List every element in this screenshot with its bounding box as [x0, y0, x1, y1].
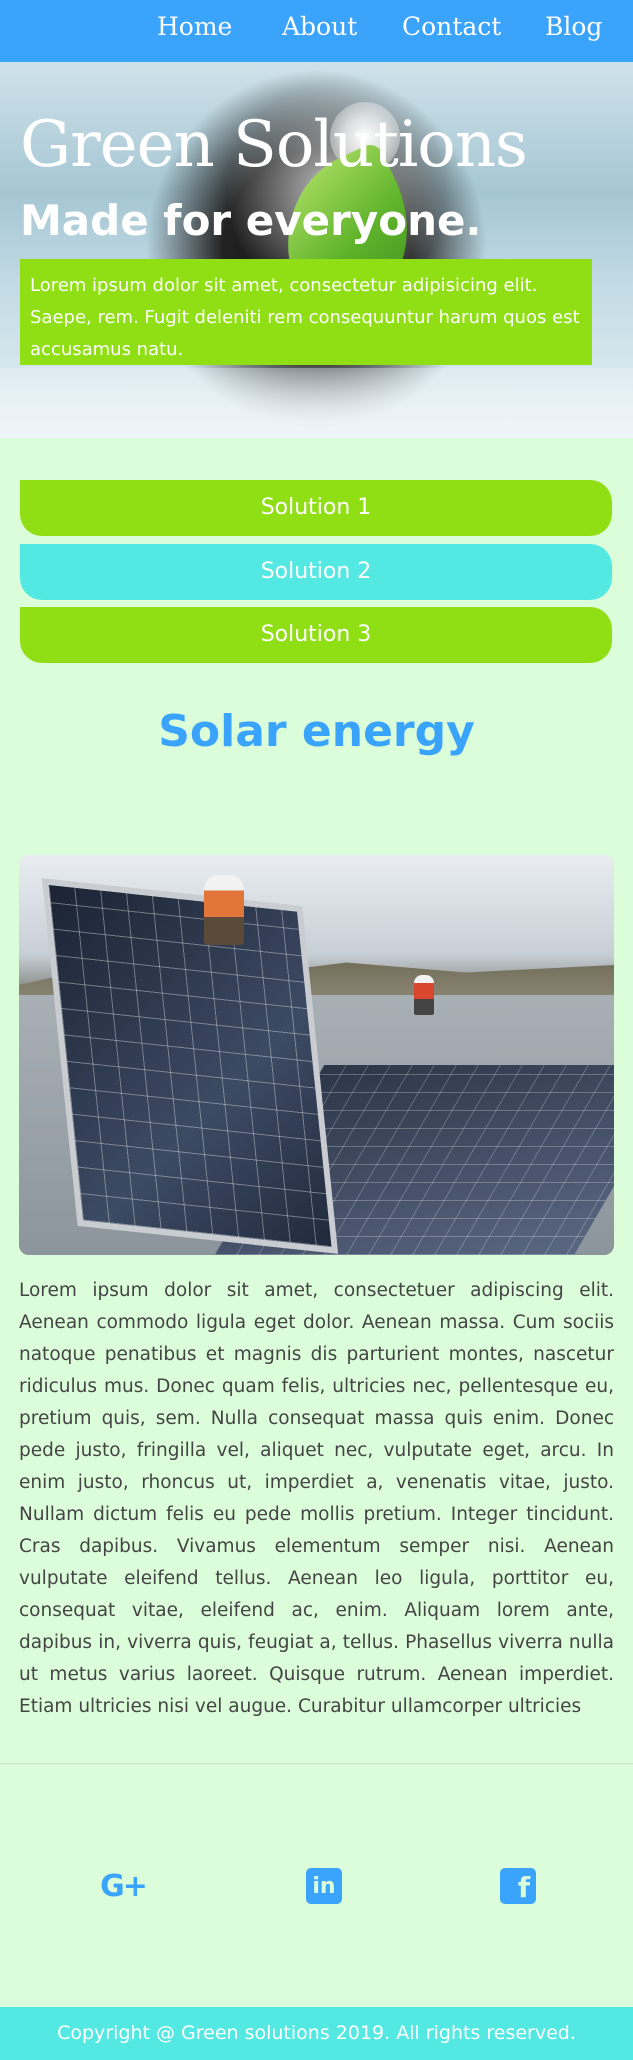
solution-1-button[interactable]: Solution 1	[20, 480, 612, 536]
section-divider	[0, 1763, 633, 1764]
hero-subtitle: Made for everyone.	[20, 196, 482, 245]
hero-section: Green Solutions Made for everyone. Lorem…	[0, 62, 633, 438]
solar-panel-image	[19, 855, 614, 1255]
section-body-text: Lorem ipsum dolor sit amet, consectetuer…	[19, 1280, 614, 1717]
nav-about-link[interactable]: About	[282, 14, 357, 39]
facebook-icon[interactable]: f	[500, 1868, 536, 1904]
solar-panel-held	[41, 878, 339, 1254]
nav-contact-link[interactable]: Contact	[402, 14, 501, 39]
nav-home-link[interactable]: Home	[157, 14, 232, 39]
worker-figure	[204, 875, 244, 945]
linkedin-icon[interactable]: in	[306, 1868, 342, 1904]
top-navigation: Home About Contact Blog	[0, 0, 633, 62]
hero-background-image	[0, 368, 633, 438]
worker-figure	[414, 975, 434, 1015]
hero-text-box: Lorem ipsum dolor sit amet, consectetur …	[20, 259, 592, 365]
solution-2-button[interactable]: Solution 2	[20, 544, 612, 600]
google-plus-icon[interactable]: G+	[98, 1868, 148, 1904]
footer-copyright: Copyright @ Green solutions 2019. All ri…	[57, 2022, 576, 2044]
nav-blog-link[interactable]: Blog	[545, 14, 602, 39]
solution-3-button[interactable]: Solution 3	[20, 607, 612, 663]
section-title: Solar energy	[158, 706, 475, 757]
footer: Copyright @ Green solutions 2019. All ri…	[0, 2007, 633, 2060]
hero-title: Green Solutions	[20, 108, 528, 182]
